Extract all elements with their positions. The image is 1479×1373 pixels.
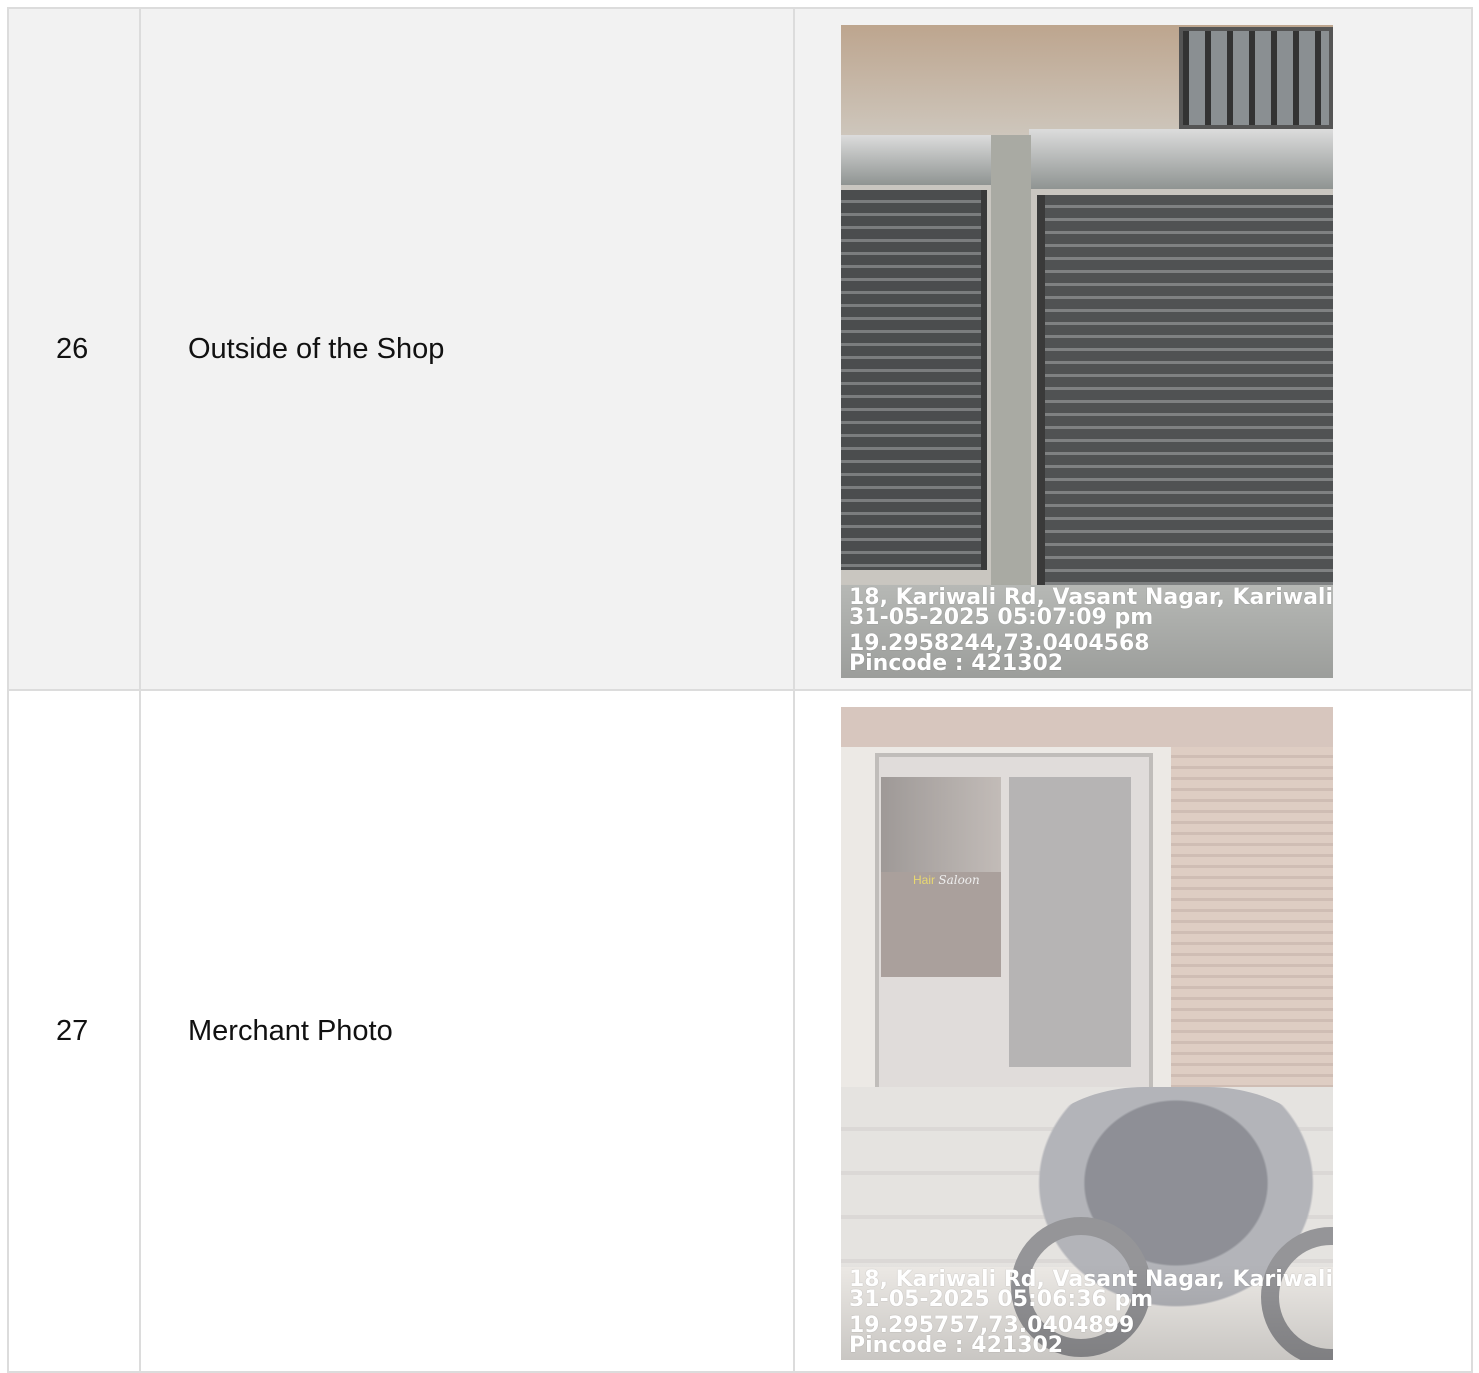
photo-cell: Hair Saloon 18, Kariwali Rd, Vasant Naga… (793, 691, 1473, 1371)
photo-table: 26 Outside of the Shop 18, Kariwali Rd, … (7, 7, 1473, 1373)
geotag-datetime: 31-05-2025 05:06:36 pm (849, 1287, 1154, 1312)
shop-outside-photo[interactable]: 18, Kariwali Rd, Vasant Nagar, Kariwali,… (841, 25, 1333, 678)
photo-geotag-overlay: 18, Kariwali Rd, Vasant Nagar, Kariwali,… (841, 1264, 1333, 1360)
photo-cell: 18, Kariwali Rd, Vasant Nagar, Kariwali,… (793, 9, 1473, 689)
photo-geotag-overlay: 18, Kariwali Rd, Vasant Nagar, Kariwali,… (841, 582, 1333, 678)
merchant-photo[interactable]: Hair Saloon 18, Kariwali Rd, Vasant Naga… (841, 707, 1333, 1360)
table-row: 26 Outside of the Shop 18, Kariwali Rd, … (7, 7, 1473, 691)
row-label: Outside of the Shop (139, 9, 793, 689)
geotag-pincode: Pincode : 421302 (849, 651, 1064, 676)
saloon-sign: Hair Saloon (913, 873, 980, 887)
geotag-pincode: Pincode : 421302 (849, 1333, 1064, 1358)
table-row: 27 Merchant Photo Hair Saloon 18, Kariwa… (7, 691, 1473, 1373)
row-number: 27 (7, 691, 139, 1371)
row-label: Merchant Photo (139, 691, 793, 1371)
geotag-datetime: 31-05-2025 05:07:09 pm (849, 605, 1154, 630)
row-number: 26 (7, 9, 139, 689)
